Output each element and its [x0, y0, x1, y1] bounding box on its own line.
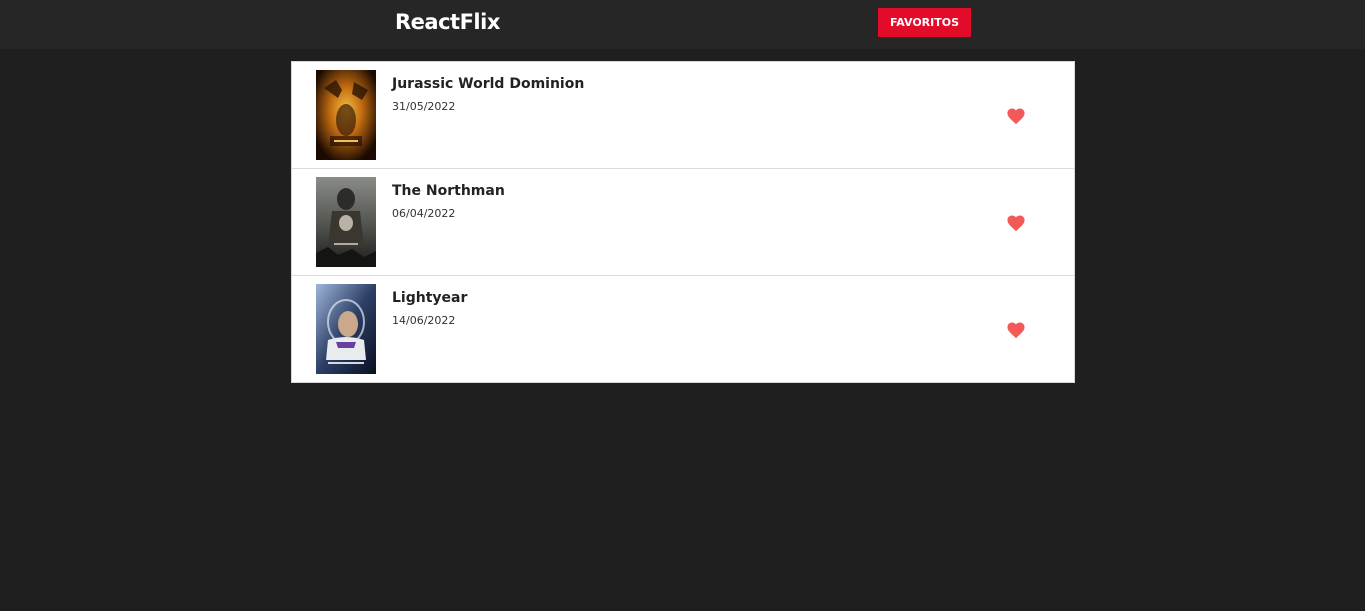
top-header: ReactFlix FAVORITOS	[0, 0, 1365, 49]
movie-item-the-northman[interactable]: The Northman 06/04/2022	[292, 169, 1074, 276]
jurassic-world-poster[interactable]	[316, 70, 376, 160]
movie-item-lightyear[interactable]: Lightyear 14/06/2022	[292, 276, 1074, 382]
favorites-button[interactable]: FAVORITOS	[878, 8, 971, 37]
movie-release-date: 06/04/2022	[392, 207, 456, 220]
app-logo[interactable]: ReactFlix	[395, 9, 500, 35]
the-northman-poster[interactable]	[316, 177, 376, 267]
heart-icon[interactable]	[1006, 214, 1026, 232]
movie-title[interactable]: Jurassic World Dominion	[392, 75, 584, 93]
movie-item-jurassic-world-dominion[interactable]: Jurassic World Dominion 31/05/2022	[292, 62, 1074, 169]
movie-release-date: 14/06/2022	[392, 314, 456, 327]
heart-icon[interactable]	[1006, 107, 1026, 125]
movie-title[interactable]: Lightyear	[392, 289, 467, 307]
movie-list: Jurassic World Dominion 31/05/2022 The N…	[291, 61, 1075, 383]
movie-release-date: 31/05/2022	[392, 100, 456, 113]
movie-title[interactable]: The Northman	[392, 182, 505, 200]
lightyear-poster[interactable]	[316, 284, 376, 374]
heart-icon[interactable]	[1006, 321, 1026, 339]
